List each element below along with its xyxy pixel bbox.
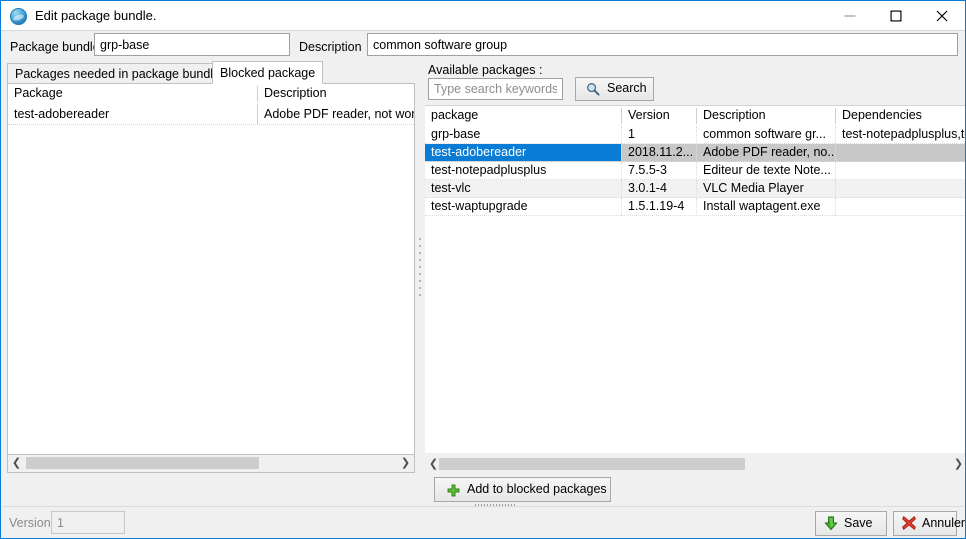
right-horizontal-scrollbar[interactable]: ❮ ❯: [425, 454, 965, 473]
cell-dependencies: test-notepadplusplus,te: [842, 127, 966, 141]
splitter-grip: [419, 238, 421, 298]
description-input[interactable]: [367, 33, 958, 56]
footer-bar: Version Save Annuler: [2, 506, 965, 538]
download-arrow-icon: [824, 516, 838, 534]
table-row[interactable]: test-waptupgrade 1.5.1.19-4 Install wapt…: [425, 198, 965, 216]
cell-description: Install waptagent.exe: [703, 199, 821, 213]
table-row[interactable]: test-notepadplusplus 7.5.5-3 Editeur de …: [425, 162, 965, 180]
title-bar: Edit package bundle.: [1, 1, 965, 31]
column-header-description[interactable]: Description: [697, 106, 835, 126]
version-label: Version: [9, 516, 51, 530]
scrollbar-thumb[interactable]: [439, 458, 745, 470]
table-row[interactable]: test-adobereader Adobe PDF reader, not w…: [8, 104, 414, 125]
table-row[interactable]: test-vlc 3.0.1-4 VLC Media Player: [425, 180, 965, 198]
cancel-button[interactable]: Annuler: [893, 511, 965, 536]
column-header-version[interactable]: Version: [622, 106, 696, 126]
cell-version: 7.5.5-3: [628, 163, 667, 177]
version-input[interactable]: [51, 511, 125, 534]
cell-package: test-adobereader: [14, 107, 110, 121]
description-label: Description: [299, 40, 362, 54]
blocked-packages-grid[interactable]: Package Description test-adobereader Ado…: [7, 83, 415, 455]
scrollbar-thumb[interactable]: [26, 457, 259, 469]
available-packages-grid[interactable]: package Version Description Dependencies…: [425, 105, 966, 453]
cell-version: 3.0.1-4: [628, 181, 667, 195]
cell-package: grp-base: [431, 127, 481, 141]
maximize-button[interactable]: [873, 1, 919, 30]
close-button[interactable]: [919, 1, 965, 30]
column-header-package[interactable]: package: [425, 106, 621, 126]
window-title: Edit package bundle.: [35, 8, 157, 23]
magnifier-icon: [586, 82, 600, 99]
column-header-description[interactable]: Description: [258, 84, 414, 104]
edit-package-bundle-window: Edit package bundle. Package bundle Desc…: [0, 0, 966, 539]
panel-splitter[interactable]: [416, 63, 424, 473]
search-input[interactable]: [428, 78, 563, 100]
search-button[interactable]: Search: [575, 77, 654, 101]
cell-description: common software gr...: [703, 127, 826, 141]
search-button-label: Search: [607, 81, 647, 95]
cell-package: test-adobereader: [425, 144, 621, 161]
globe-icon: [10, 8, 27, 25]
cell-dependencies: [836, 144, 965, 161]
column-header-dependencies[interactable]: Dependencies: [836, 106, 965, 126]
save-button[interactable]: Save: [815, 511, 887, 536]
tab-packages-needed[interactable]: Packages needed in package bundle: [7, 63, 229, 84]
red-x-icon: [902, 516, 916, 533]
chevron-left-icon[interactable]: ❮: [8, 455, 25, 471]
cell-dependencies: [836, 162, 965, 179]
left-horizontal-scrollbar[interactable]: ❮ ❯: [7, 455, 415, 473]
available-grid-header: package Version Description Dependencies: [425, 106, 965, 126]
add-to-blocked-packages-button[interactable]: Add to blocked packages: [434, 477, 611, 502]
plus-icon: [447, 484, 460, 500]
minimize-button[interactable]: [827, 1, 873, 30]
cell-description: Adobe PDF reader, no...: [703, 145, 835, 159]
tab-strip: Packages needed in package bundle Blocke…: [7, 61, 415, 84]
available-packages-label: Available packages :: [428, 63, 543, 77]
save-button-label: Save: [844, 516, 873, 530]
cell-version: 1.5.1.19-4: [628, 199, 685, 213]
package-bundle-label: Package bundle: [10, 40, 100, 54]
cell-dependencies: [836, 198, 965, 215]
cell-version: 1: [628, 127, 635, 141]
chevron-right-icon[interactable]: ❯: [950, 456, 965, 472]
table-row[interactable]: grp-base 1 common software gr... test-no…: [425, 126, 966, 144]
cancel-button-label: Annuler: [922, 516, 966, 530]
cell-description: Editeur de texte Note...: [703, 163, 831, 177]
tab-blocked-package[interactable]: Blocked package: [212, 61, 324, 84]
cell-package: test-vlc: [431, 181, 471, 195]
cell-description: VLC Media Player: [703, 181, 804, 195]
left-panel: Packages needed in package bundle Blocke…: [7, 61, 415, 476]
cell-package: test-waptupgrade: [431, 199, 528, 213]
cell-description: Adobe PDF reader, not work w: [264, 107, 414, 121]
cell-version: 2018.11.2...: [628, 145, 694, 159]
package-bundle-input[interactable]: [94, 33, 290, 56]
cell-package: test-notepadplusplus: [431, 163, 547, 177]
blocked-grid-header: Package Description: [8, 84, 414, 104]
table-row[interactable]: test-adobereader 2018.11.2... Adobe PDF …: [425, 144, 965, 162]
chevron-right-icon[interactable]: ❯: [397, 455, 414, 471]
column-header-package[interactable]: Package: [8, 84, 257, 104]
add-button-label: Add to blocked packages: [467, 482, 607, 496]
cell-dependencies: [836, 180, 965, 197]
